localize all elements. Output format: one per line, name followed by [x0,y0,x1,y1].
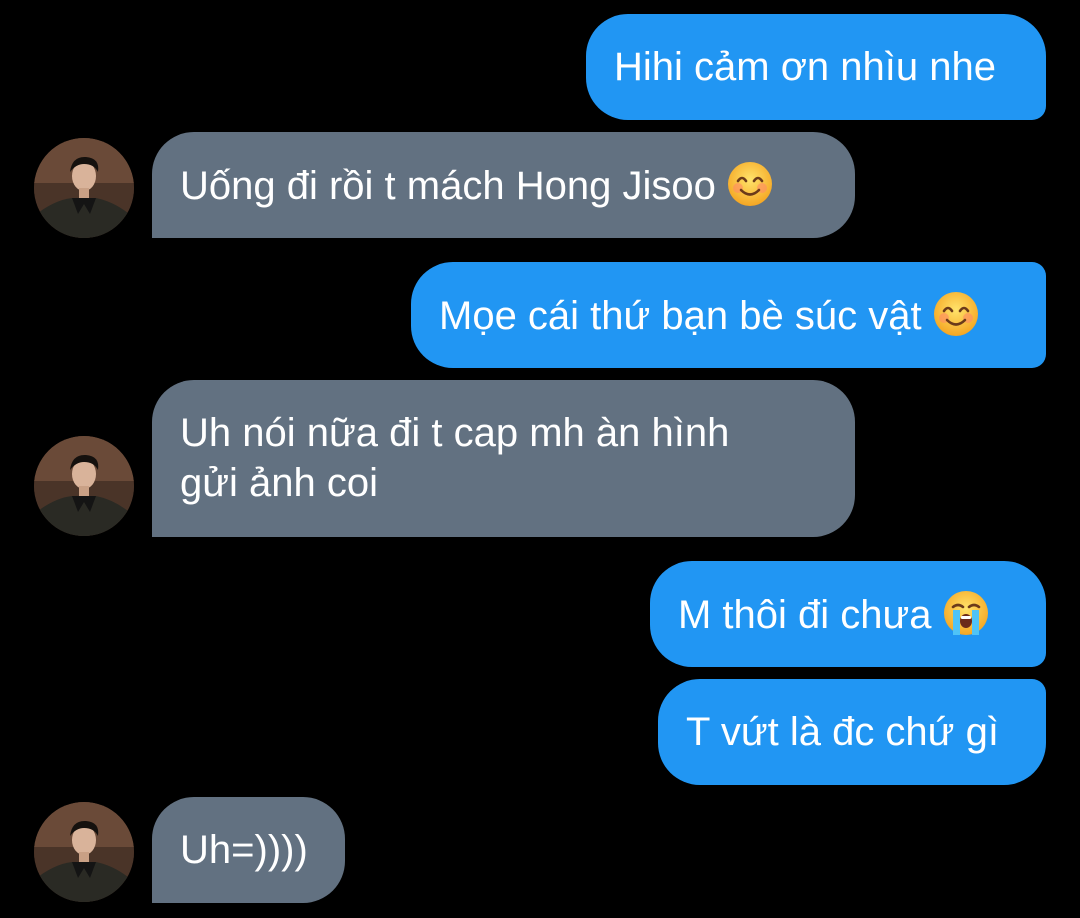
message-bubble-sent[interactable]: T vứt là đc chứ gì [658,679,1046,785]
avatar[interactable] [34,802,134,902]
message-bubble-sent[interactable]: M thôi đi chưa [650,561,1046,667]
message-text: Uống đi rồi t mách Hong Jisoo [180,164,716,208]
message-text: M thôi đi chưa [678,593,932,637]
message-text: Uh=)))) [180,828,308,872]
message-bubble-received[interactable]: Uh=)))) [152,797,345,903]
message-text-line: gửi ảnh coi [180,461,379,505]
message-bubble-received[interactable]: Uống đi rồi t mách Hong Jisoo [152,132,855,238]
avatar[interactable] [34,436,134,536]
message-text: T vứt là đc chứ gì [686,710,999,754]
message-bubble-sent[interactable]: Mọe cái thứ bạn bè súc vật [411,262,1046,368]
message-text: Hihi cảm ơn nhìu nhe [614,45,996,89]
smiling-face-icon [726,160,774,208]
avatar[interactable] [34,138,134,238]
smiling-face-icon [932,290,980,338]
message-text: Mọe cái thứ bạn bè súc vật [439,294,922,338]
loudly-crying-face-icon [942,589,990,637]
message-bubble-received[interactable]: Uh nói nữa đi t cap mh àn hình gửi ảnh c… [152,380,855,537]
message-text-line: Uh nói nữa đi t cap mh àn hình [180,411,730,455]
message-bubble-sent[interactable]: Hihi cảm ơn nhìu nhe [586,14,1046,120]
